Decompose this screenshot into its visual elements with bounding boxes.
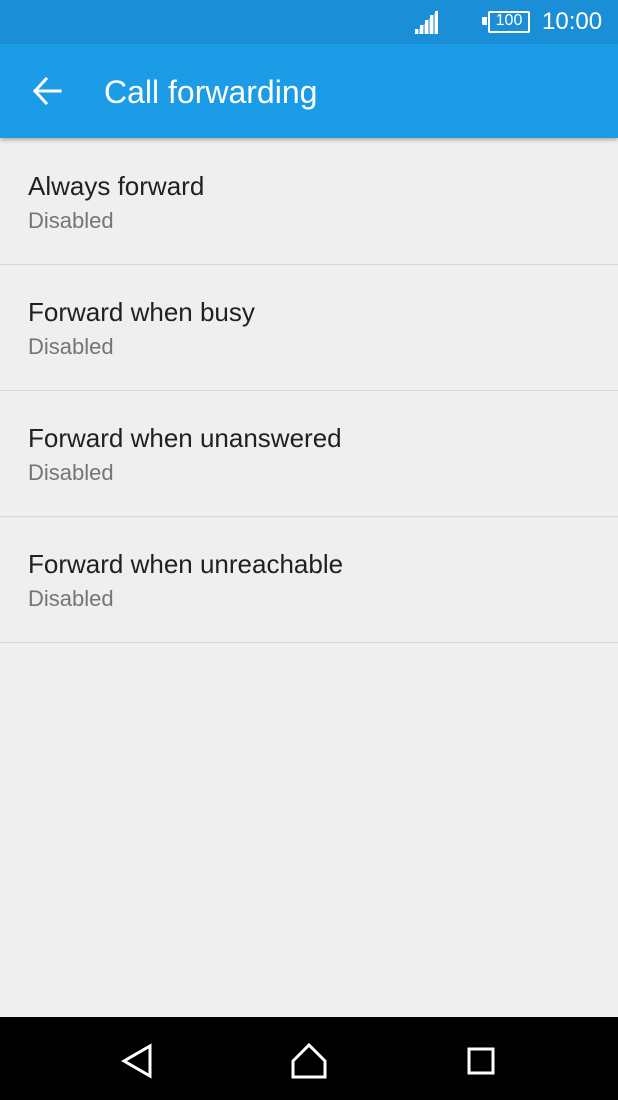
battery-icon: 100 bbox=[482, 10, 532, 34]
signal-icon bbox=[412, 10, 440, 36]
battery-level: 100 bbox=[495, 12, 523, 29]
list-item-title: Forward when unreachable bbox=[28, 549, 344, 579]
list-item-forward-when-unanswered[interactable]: Forward when unanswered Disabled bbox=[0, 391, 618, 517]
status-time: 10:00 bbox=[542, 8, 603, 35]
list-item-status: Disabled bbox=[28, 586, 114, 611]
app-bar: Call forwarding bbox=[0, 44, 618, 138]
nav-home-button[interactable] bbox=[281, 1035, 337, 1083]
list-item-forward-when-busy[interactable]: Forward when busy Disabled bbox=[0, 265, 618, 391]
back-button[interactable] bbox=[20, 66, 76, 116]
list-item-title: Always forward bbox=[28, 171, 205, 201]
list-item-always-forward[interactable]: Always forward Disabled bbox=[0, 139, 618, 265]
nav-home-icon bbox=[291, 1042, 327, 1079]
status-bar: 100 10:00 bbox=[0, 0, 618, 44]
nav-recents-button[interactable] bbox=[453, 1035, 509, 1083]
navigation-bar bbox=[0, 1017, 618, 1100]
nav-recents-icon bbox=[467, 1047, 495, 1075]
battery-nub bbox=[482, 17, 487, 25]
list-item-status: Disabled bbox=[28, 208, 114, 233]
arrow-back-icon bbox=[32, 77, 62, 105]
nav-back-button[interactable] bbox=[110, 1035, 166, 1083]
page-title: Call forwarding bbox=[104, 74, 318, 110]
list-item-title: Forward when unanswered bbox=[28, 423, 342, 453]
list-item-status: Disabled bbox=[28, 334, 114, 359]
list-item-status: Disabled bbox=[28, 460, 114, 485]
nav-back-icon bbox=[120, 1043, 152, 1079]
call-forwarding-list: Always forward Disabled Forward when bus… bbox=[0, 139, 618, 643]
list-item-forward-when-unreachable[interactable]: Forward when unreachable Disabled bbox=[0, 517, 618, 643]
list-item-title: Forward when busy bbox=[28, 297, 255, 327]
